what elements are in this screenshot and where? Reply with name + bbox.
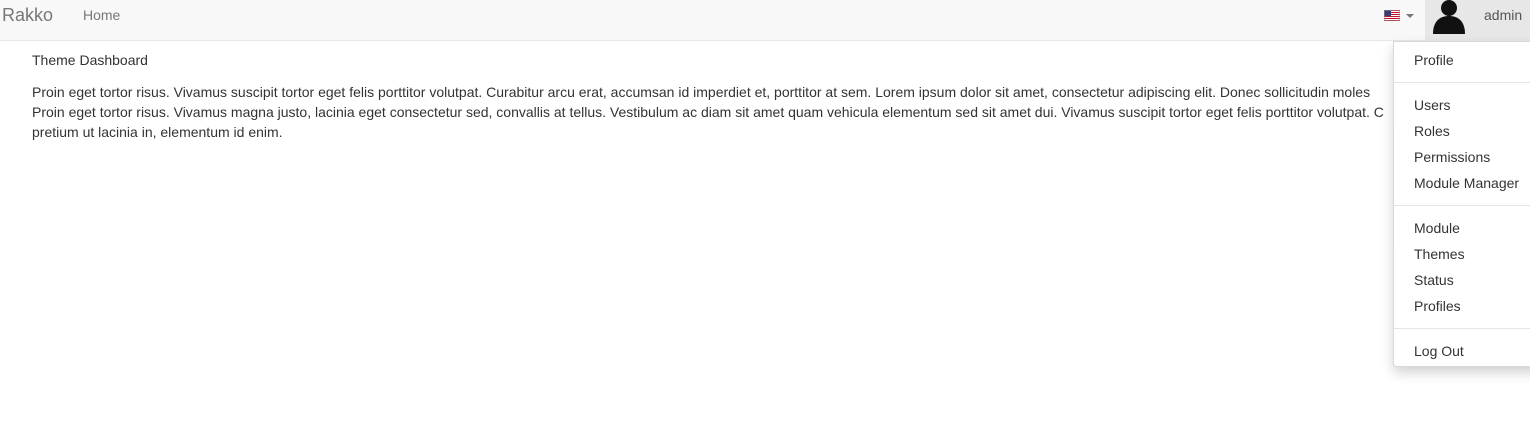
menu-item-profiles[interactable]: Profiles: [1414, 298, 1461, 314]
user-name: admin: [1484, 7, 1523, 23]
user-dropdown-menu: Profile Users Roles Permissions Module M…: [1393, 41, 1530, 367]
language-dropdown-toggle[interactable]: [1384, 9, 1416, 23]
top-navbar: Rakko Home admin: [0, 0, 1530, 41]
user-avatar-icon: [1433, 0, 1465, 34]
menu-item-themes[interactable]: Themes: [1414, 246, 1465, 262]
menu-item-status[interactable]: Status: [1414, 272, 1454, 288]
menu-item-permissions[interactable]: Permissions: [1414, 149, 1490, 165]
menu-divider: [1394, 205, 1530, 206]
user-menu-toggle[interactable]: admin: [1425, 0, 1530, 40]
menu-item-log-out[interactable]: Log Out: [1414, 343, 1464, 359]
description-line: Proin eget tortor risus. Vivamus magna j…: [32, 104, 1384, 120]
menu-item-users[interactable]: Users: [1414, 97, 1451, 113]
menu-divider: [1394, 328, 1530, 329]
menu-item-profile[interactable]: Profile: [1414, 52, 1454, 68]
menu-item-module[interactable]: Module: [1414, 220, 1460, 236]
menu-item-roles[interactable]: Roles: [1414, 123, 1450, 139]
nav-home-link[interactable]: Home: [83, 7, 120, 23]
description-line: pretium ut lacinia in, elementum id enim…: [32, 124, 283, 140]
page-description: Proin eget tortor risus. Vivamus suscipi…: [32, 82, 1402, 142]
page-title: Theme Dashboard: [32, 52, 148, 68]
chevron-down-icon: [1406, 14, 1414, 18]
us-flag-icon: [1384, 10, 1400, 21]
brand-link[interactable]: Rakko: [2, 5, 53, 25]
menu-divider: [1394, 82, 1530, 83]
description-line: Proin eget tortor risus. Vivamus suscipi…: [32, 84, 1371, 100]
menu-item-module-manager[interactable]: Module Manager: [1414, 175, 1519, 191]
